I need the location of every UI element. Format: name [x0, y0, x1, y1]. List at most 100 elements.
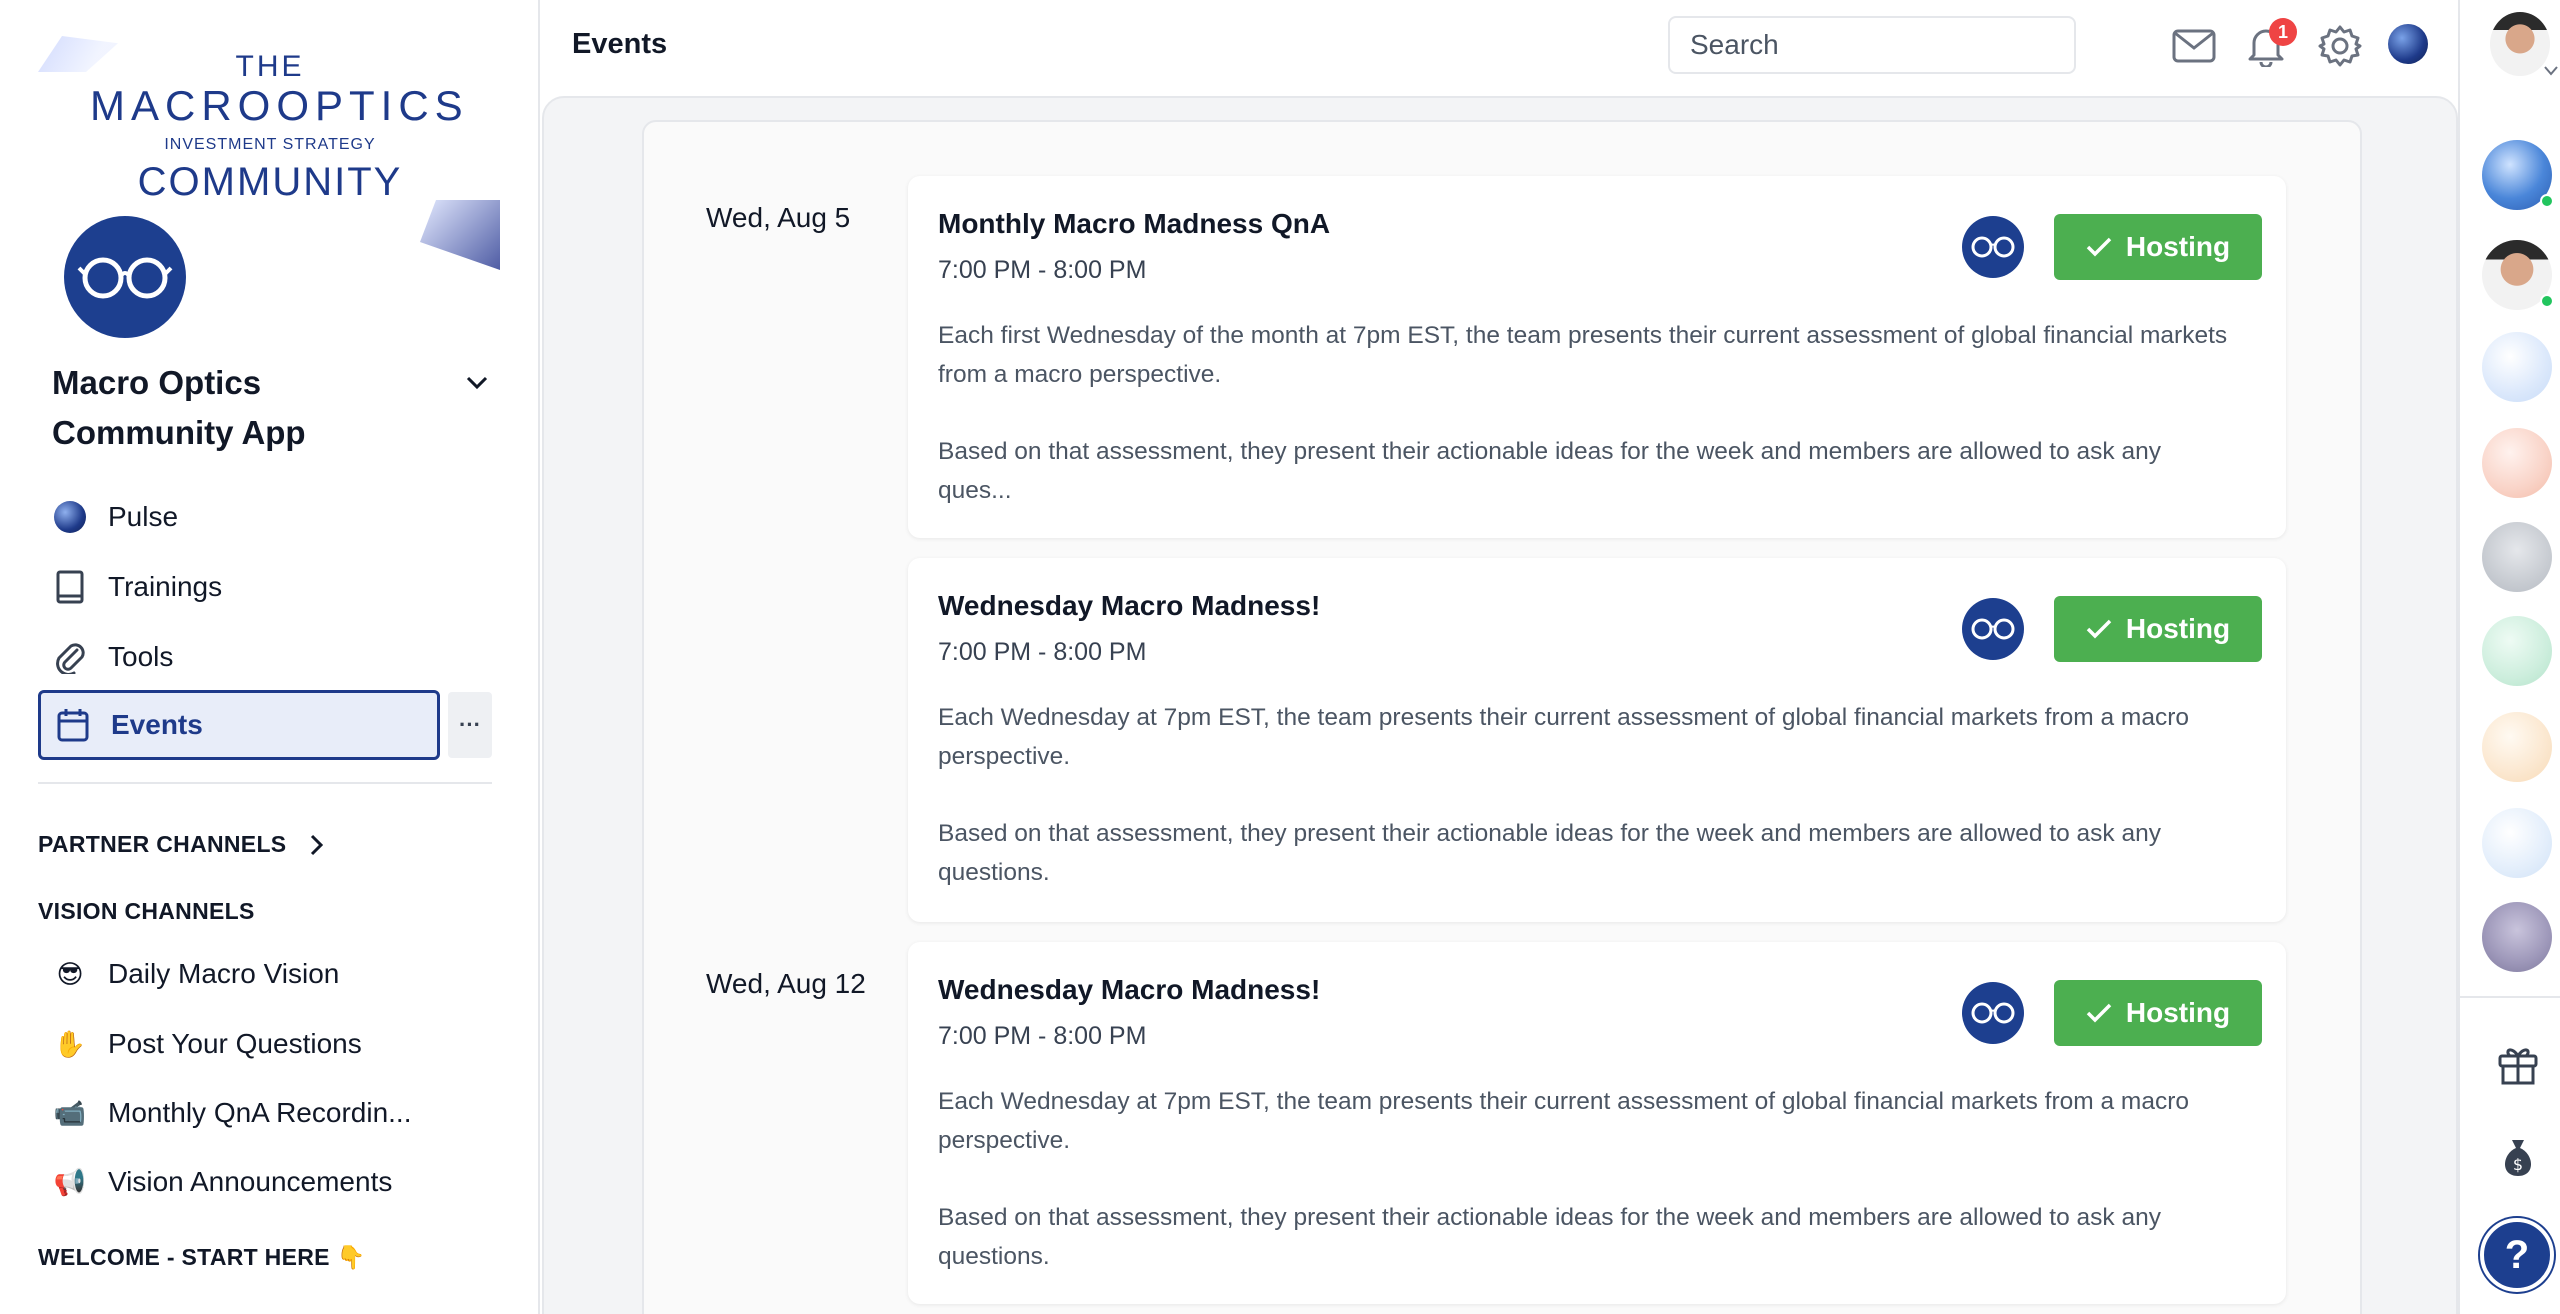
divider: [2460, 996, 2560, 998]
main-content: Wed, Aug 5 Wed, Aug 12 Monthly Macro Mad…: [542, 96, 2458, 1314]
event-card[interactable]: Monthly Macro Madness QnA 7:00 PM - 8:00…: [908, 176, 2286, 538]
calendar-icon: [55, 707, 91, 743]
member-avatar[interactable]: [2482, 428, 2552, 498]
event-card[interactable]: Wednesday Macro Madness! 7:00 PM - 8:00 …: [908, 942, 2286, 1304]
description-paragraph: Each Wednesday at 7pm EST, the team pres…: [938, 1088, 2189, 1154]
top-bar: Events 1: [542, 0, 2458, 92]
help-button[interactable]: ?: [2480, 1218, 2554, 1292]
event-title[interactable]: Wednesday Macro Madness!: [938, 590, 1320, 622]
notification-badge: 1: [2269, 18, 2297, 46]
nav-item-events[interactable]: Events: [38, 690, 440, 760]
event-title[interactable]: Monthly Macro Madness QnA: [938, 208, 1330, 240]
hosting-button[interactable]: Hosting: [2054, 980, 2262, 1046]
nav-label: Tools: [108, 641, 174, 672]
more-options-button[interactable]: ···: [448, 692, 492, 758]
logo-line-strategy: INVESTMENT STRATEGY: [164, 136, 376, 153]
host-avatar[interactable]: [1962, 598, 2024, 660]
channel-label: Vision Announcements: [108, 1166, 393, 1197]
settings-button[interactable]: [2316, 22, 2364, 70]
description-paragraph: Each first Wednesday of the month at 7pm…: [938, 322, 2228, 388]
section-vision-channels[interactable]: VISION CHANNELS: [38, 898, 255, 925]
host-avatar[interactable]: [1962, 216, 2024, 278]
member-avatar[interactable]: [2482, 902, 2552, 972]
community-avatar[interactable]: [64, 216, 186, 338]
page-title: Events: [572, 28, 668, 60]
channel-label: Monthly QnA Recordin...: [108, 1097, 412, 1128]
logo-line-the: THE: [235, 50, 305, 83]
member-avatar[interactable]: [2482, 240, 2554, 310]
member-avatar[interactable]: [2482, 616, 2552, 686]
channel-monthly-qna-recordings[interactable]: 📹 Monthly QnA Recordin...: [38, 1083, 478, 1143]
raised-hand-emoji-icon: ✋: [53, 1028, 87, 1059]
mail-icon: [2172, 29, 2216, 63]
check-icon: [2086, 1003, 2112, 1023]
event-time: 7:00 PM - 8:00 PM: [938, 638, 1147, 666]
chevron-down-icon[interactable]: [462, 368, 492, 398]
logo-line-community: COMMUNITY: [137, 160, 403, 204]
nav-item-pulse[interactable]: Pulse: [38, 482, 440, 552]
online-indicator: [2540, 194, 2554, 208]
channel-post-your-questions[interactable]: ✋ Post Your Questions: [38, 1014, 478, 1074]
member-avatar[interactable]: [2482, 332, 2552, 402]
description-paragraph: Based on that assessment, they present t…: [938, 438, 2161, 504]
hosting-button[interactable]: Hosting: [2054, 596, 2262, 662]
channel-daily-macro-vision[interactable]: 😎 Daily Macro Vision: [38, 944, 478, 1004]
hosting-label: Hosting: [2125, 997, 2231, 1028]
nav-item-trainings[interactable]: Trainings: [38, 552, 440, 622]
channel-vision-announcements[interactable]: 📢 Vision Announcements: [38, 1152, 478, 1212]
gift-icon: [2498, 1048, 2538, 1085]
event-description: Each Wednesday at 7pm EST, the team pres…: [938, 698, 2228, 892]
channel-label: Daily Macro Vision: [108, 958, 340, 989]
section-label: PARTNER CHANNELS: [38, 831, 287, 857]
video-camera-emoji-icon: 📹: [53, 1097, 87, 1128]
event-description: Each first Wednesday of the month at 7pm…: [938, 316, 2228, 510]
chevron-down-icon: [2544, 66, 2558, 76]
event-card[interactable]: Wednesday Macro Madness! 7:00 PM - 8:00 …: [908, 558, 2286, 922]
gear-icon: [2318, 25, 2362, 67]
section-welcome[interactable]: WELCOME - START HERE 👇: [38, 1244, 365, 1271]
gift-button[interactable]: [2490, 1036, 2546, 1092]
host-avatar[interactable]: [1962, 982, 2024, 1044]
description-paragraph: Each Wednesday at 7pm EST, the team pres…: [938, 704, 2189, 770]
nav-label: Events: [111, 709, 203, 740]
right-rail: $ ?: [2458, 0, 2560, 1314]
divider: [38, 782, 492, 784]
check-icon: [2086, 619, 2112, 639]
search-input[interactable]: [1668, 16, 2076, 74]
description-paragraph: Based on that assessment, they present t…: [938, 1204, 2161, 1270]
sunglasses-emoji-icon: 😎: [56, 958, 84, 989]
date-label: Wed, Aug 5: [706, 202, 851, 233]
chevron-right-icon: [311, 834, 324, 855]
hosting-button[interactable]: Hosting: [2054, 214, 2262, 280]
pulse-shortcut-icon[interactable]: [2388, 24, 2428, 64]
events-list: Wed, Aug 5 Wed, Aug 12 Monthly Macro Mad…: [642, 120, 2362, 1314]
money-bag-button[interactable]: $: [2490, 1130, 2546, 1186]
date-label: Wed, Aug 12: [706, 968, 866, 999]
channel-label: Post Your Questions: [108, 1028, 362, 1059]
member-avatar[interactable]: [2482, 712, 2552, 782]
current-user-avatar[interactable]: [2490, 12, 2550, 76]
book-icon: [52, 569, 88, 605]
logo-decoration: [420, 200, 500, 270]
event-title[interactable]: Wednesday Macro Madness!: [938, 974, 1320, 1006]
section-partner-channels[interactable]: PARTNER CHANNELS: [38, 831, 324, 858]
svg-text:$: $: [2513, 1155, 2523, 1174]
hosting-label: Hosting: [2125, 613, 2231, 644]
notifications-button[interactable]: 1: [2242, 18, 2297, 70]
check-icon: [2086, 237, 2112, 257]
mail-button[interactable]: [2170, 22, 2218, 70]
member-avatar[interactable]: [2482, 808, 2552, 878]
paperclip-icon: [52, 639, 88, 675]
nav-item-tools[interactable]: Tools: [38, 622, 440, 692]
glasses-icon: [77, 257, 173, 299]
member-avatar[interactable]: [2482, 140, 2554, 210]
online-indicator: [2540, 294, 2554, 308]
pulse-icon: [52, 499, 88, 535]
nav-label: Trainings: [108, 571, 223, 602]
megaphone-emoji-icon: 📢: [53, 1166, 87, 1197]
community-name[interactable]: Macro Optics Community App: [52, 358, 412, 458]
event-description: Each Wednesday at 7pm EST, the team pres…: [938, 1082, 2228, 1276]
glasses-icon: [1971, 1002, 2015, 1024]
description-paragraph: Based on that assessment, they present t…: [938, 820, 2161, 886]
member-avatar[interactable]: [2482, 522, 2552, 592]
